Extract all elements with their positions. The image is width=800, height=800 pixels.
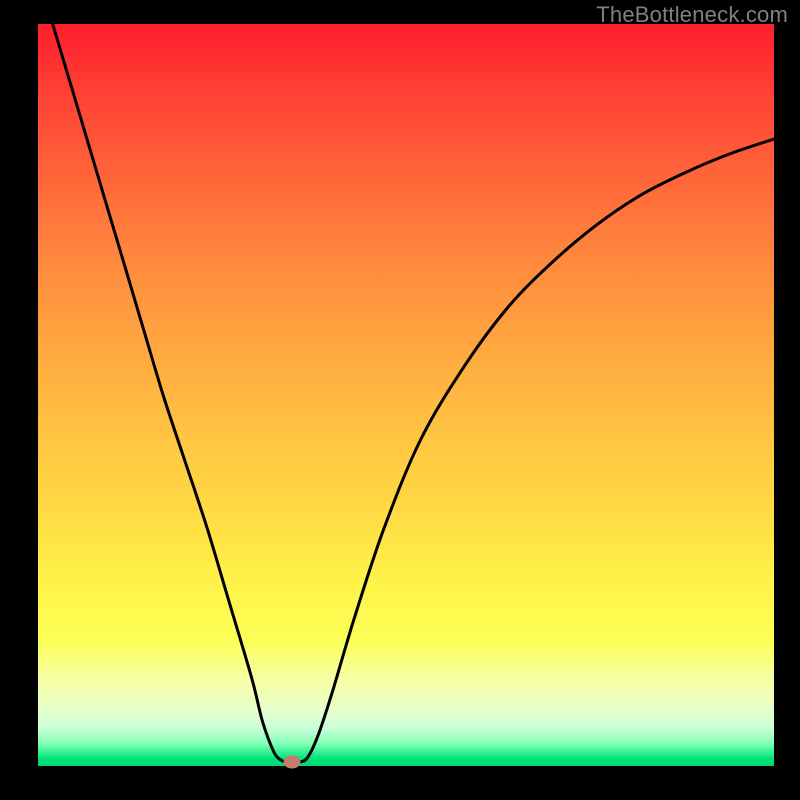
optimal-point-marker <box>283 756 300 769</box>
bottleneck-curve <box>38 24 774 766</box>
plot-area <box>38 24 774 766</box>
chart-frame: TheBottleneck.com <box>0 0 800 800</box>
